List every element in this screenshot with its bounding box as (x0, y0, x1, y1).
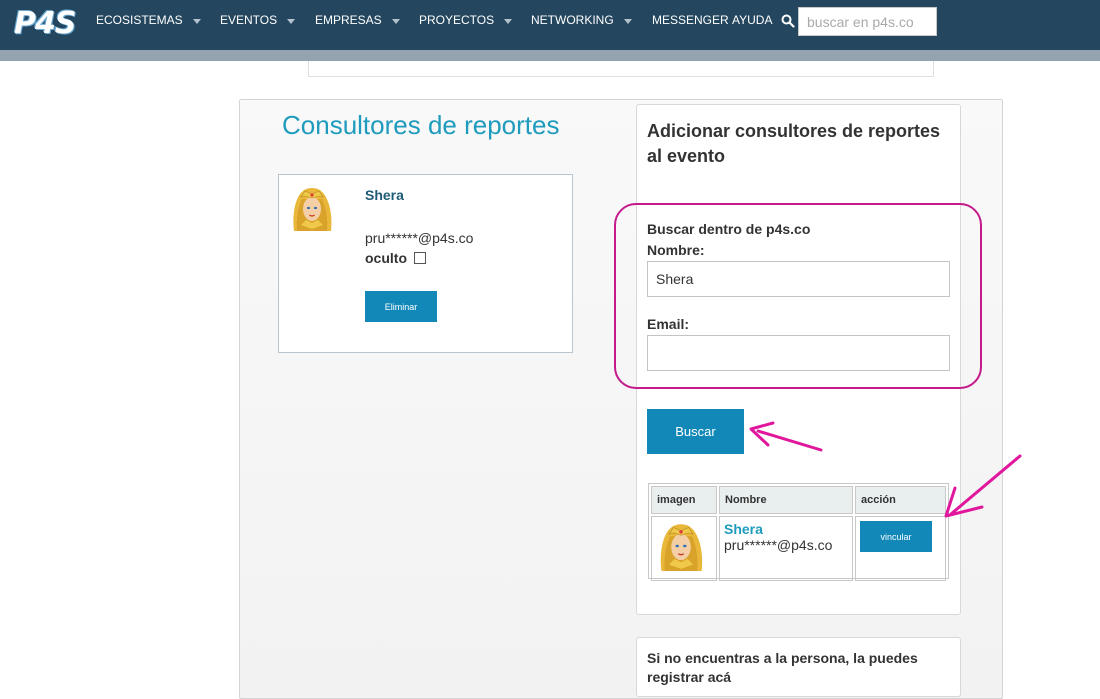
search-scope-label: Buscar dentro de p4s.co (647, 221, 811, 237)
email-field[interactable] (647, 335, 950, 371)
nav-item-label: MESSENGER (652, 13, 729, 27)
email-label: Email: (647, 316, 690, 332)
results-table: imagen Nombre acción Shera pru******@p4s… (648, 483, 949, 581)
result-email: pru******@p4s.co (724, 537, 833, 553)
chevron-down-icon (391, 18, 400, 24)
consultant-avatar (289, 185, 335, 231)
logo-text: P4S (14, 6, 76, 41)
delete-consultant-button[interactable]: Eliminar (365, 291, 437, 322)
header-name: Nombre (719, 486, 853, 514)
header-action: acción (855, 486, 946, 514)
search-button[interactable]: Buscar (647, 409, 744, 454)
chevron-down-icon (623, 18, 632, 24)
name-field[interactable] (647, 261, 950, 297)
hidden-label: oculto (365, 250, 407, 266)
nav-item-label: EMPRESAS (315, 13, 382, 27)
consultant-name[interactable]: Shera (365, 187, 404, 203)
header-image: imagen (651, 486, 717, 514)
hidden-toggle[interactable]: oculto (365, 250, 426, 266)
result-avatar (656, 521, 706, 571)
table-row: Shera pru******@p4s.co vincular (651, 516, 946, 581)
name-label: Nombre: (647, 242, 705, 258)
results-header-row: imagen Nombre acción (651, 486, 946, 514)
chevron-down-icon (504, 18, 513, 24)
nav-item-ayuda[interactable]: AYUDA (732, 13, 772, 27)
chevron-down-icon (192, 18, 201, 24)
nav-item-ecosistemas[interactable]: ECOSISTEMAS (96, 13, 201, 27)
p4s-logo[interactable]: P4S (14, 4, 76, 44)
global-search-input[interactable] (798, 7, 937, 36)
nav-item-eventos[interactable]: EVENTOS (220, 13, 296, 27)
page-title: Consultores de reportes (282, 110, 560, 140)
search-icon[interactable] (781, 14, 795, 28)
nav-item-label: PROYECTOS (419, 13, 495, 27)
chevron-down-icon (287, 18, 296, 24)
nav-item-empresas[interactable]: EMPRESAS (315, 13, 400, 27)
result-image-cell (651, 516, 717, 581)
nav-item-networking[interactable]: NETWORKING (531, 13, 632, 27)
hidden-checkbox[interactable] (414, 252, 426, 264)
result-name-cell: Shera pru******@p4s.co (719, 516, 853, 581)
result-action-cell: vincular (855, 516, 946, 581)
navbar-shadow (0, 50, 1100, 61)
nav-item-proyectos[interactable]: PROYECTOS (419, 13, 513, 27)
nav-item-label: ECOSISTEMAS (96, 13, 183, 27)
nav-item-messenger[interactable]: MESSENGER (652, 13, 729, 27)
result-name-link[interactable]: Shera (724, 521, 848, 537)
top-content-box (308, 61, 934, 77)
nav-item-label: EVENTOS (220, 13, 278, 27)
register-hint[interactable]: Si no encuentras a la persona, la puedes… (647, 649, 947, 687)
add-consultant-title: Adicionar consultores de reportes al eve… (647, 121, 941, 166)
nav-item-label: AYUDA (732, 13, 773, 27)
nav-item-label: NETWORKING (531, 13, 614, 27)
consultant-email: pru******@p4s.co (365, 230, 474, 246)
link-user-button[interactable]: vincular (860, 521, 932, 552)
